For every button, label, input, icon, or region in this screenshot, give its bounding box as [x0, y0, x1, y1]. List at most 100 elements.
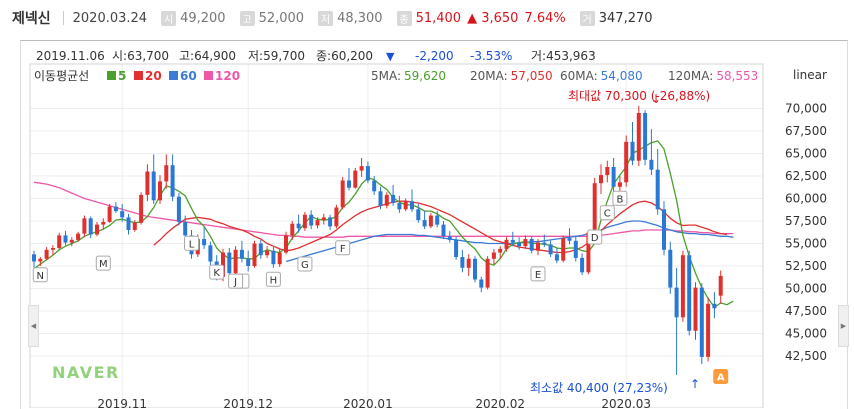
chart-markers: ABCDEFGHIJKLMN [32, 190, 729, 384]
info-date: 2019.11.06 [36, 49, 105, 63]
marker-E[interactable]: E [530, 266, 546, 282]
candle [95, 221, 99, 237]
ma-line-60 [285, 220, 734, 263]
svg-text:J: J [233, 277, 237, 288]
moving-average-lines [33, 140, 734, 309]
candle [239, 240, 244, 263]
ma-line-120 [33, 181, 734, 238]
marker-B[interactable]: B [612, 190, 628, 206]
candle [554, 248, 559, 264]
candle [693, 282, 698, 340]
ma-legend: 5 20 60 120 [107, 69, 240, 83]
candle [403, 198, 408, 212]
candle [643, 110, 648, 166]
candle [687, 250, 692, 336]
info-volume: 거:453,963 [531, 49, 596, 63]
x-tick-label: 2019.11 [97, 397, 147, 408]
y-tick-label: 60,000 [785, 192, 827, 206]
ma-legend-swatch [134, 71, 143, 80]
candle [271, 247, 276, 268]
candle [580, 253, 585, 275]
candle [107, 203, 112, 223]
y-tick-label: 50,000 [785, 282, 827, 296]
svg-text:F: F [340, 244, 346, 255]
candle [321, 213, 326, 225]
candle [479, 276, 484, 293]
marker-M[interactable]: M [95, 255, 111, 271]
candle [233, 246, 238, 277]
ma-value: 60MA: 54,080 [560, 69, 643, 83]
candle [649, 129, 654, 176]
candle [668, 241, 673, 294]
info-high: 고:64,900 [179, 49, 236, 63]
candle [491, 248, 496, 265]
candle [202, 227, 207, 249]
marker-G[interactable]: G [297, 256, 313, 272]
x-tick-label: 2020.01 [343, 397, 393, 408]
chevron-left-icon: ◀ [30, 322, 37, 330]
candle [353, 167, 358, 189]
ma-line-20 [153, 200, 728, 254]
info-low: 저:59,700 [248, 49, 305, 63]
ma-legend-label: 60 [180, 69, 197, 83]
candle [258, 239, 263, 259]
candle [624, 135, 629, 187]
marker-K[interactable]: K [209, 264, 225, 280]
candle [674, 267, 679, 375]
marker-J[interactable]: J [228, 273, 244, 289]
scale-label[interactable]: linear [793, 68, 827, 82]
candle [113, 202, 118, 213]
candle [592, 177, 597, 236]
svg-text:L: L [189, 239, 195, 250]
marker-N[interactable]: N [32, 267, 48, 283]
candle [334, 204, 339, 229]
candle [447, 230, 452, 243]
candle [630, 122, 635, 166]
y-tick-label: 45,000 [785, 327, 827, 341]
candle [139, 192, 144, 225]
candle [599, 164, 603, 194]
marker-C[interactable]: C [599, 205, 615, 221]
info-change-pct: -3.53% [470, 49, 512, 63]
candle [170, 154, 175, 202]
candle [573, 236, 578, 262]
candle [441, 221, 446, 239]
candle [655, 149, 660, 215]
svg-text:G: G [301, 260, 309, 271]
marker-H[interactable]: H [265, 271, 281, 287]
candlestick-chart[interactable]: 2019.11.06 시:63,700 고:64,900 저:59,700 종:… [0, 0, 854, 408]
candle [428, 212, 433, 229]
candle [466, 254, 471, 276]
svg-text:D: D [591, 233, 599, 244]
candle [422, 211, 427, 230]
ma-legend-swatch [204, 71, 213, 80]
x-tick-label: 2019.12 [223, 397, 273, 408]
candle [208, 241, 213, 266]
min-price-label: 최소값 40,400 (27,23%) [530, 381, 668, 395]
info-change: -2,200 [415, 49, 454, 63]
candles [32, 105, 723, 375]
candle [309, 210, 314, 230]
candle [460, 249, 465, 273]
candle [82, 215, 87, 238]
scroll-right-button[interactable]: ▶ [838, 305, 849, 347]
marker-F[interactable]: F [335, 240, 351, 256]
marker-L[interactable]: L [184, 235, 199, 251]
y-tick-label: 62,500 [785, 169, 827, 183]
candle [265, 246, 270, 258]
info-open: 시:63,700 [112, 49, 169, 63]
marker-A[interactable]: A [713, 369, 729, 384]
candle [176, 193, 181, 226]
candle [151, 154, 156, 204]
candle [699, 283, 704, 365]
ma-legend-swatch [107, 71, 116, 80]
x-tick-label: 2020.03 [601, 397, 651, 408]
marker-D[interactable]: D [587, 229, 603, 245]
y-tick-label: 52,500 [785, 259, 827, 273]
y-tick-label: 55,000 [785, 237, 827, 251]
scroll-left-button[interactable]: ◀ [28, 305, 39, 347]
naver-logo: NAVER [52, 363, 120, 382]
svg-text:C: C [604, 209, 611, 220]
candle [504, 237, 509, 252]
candle [359, 158, 364, 177]
